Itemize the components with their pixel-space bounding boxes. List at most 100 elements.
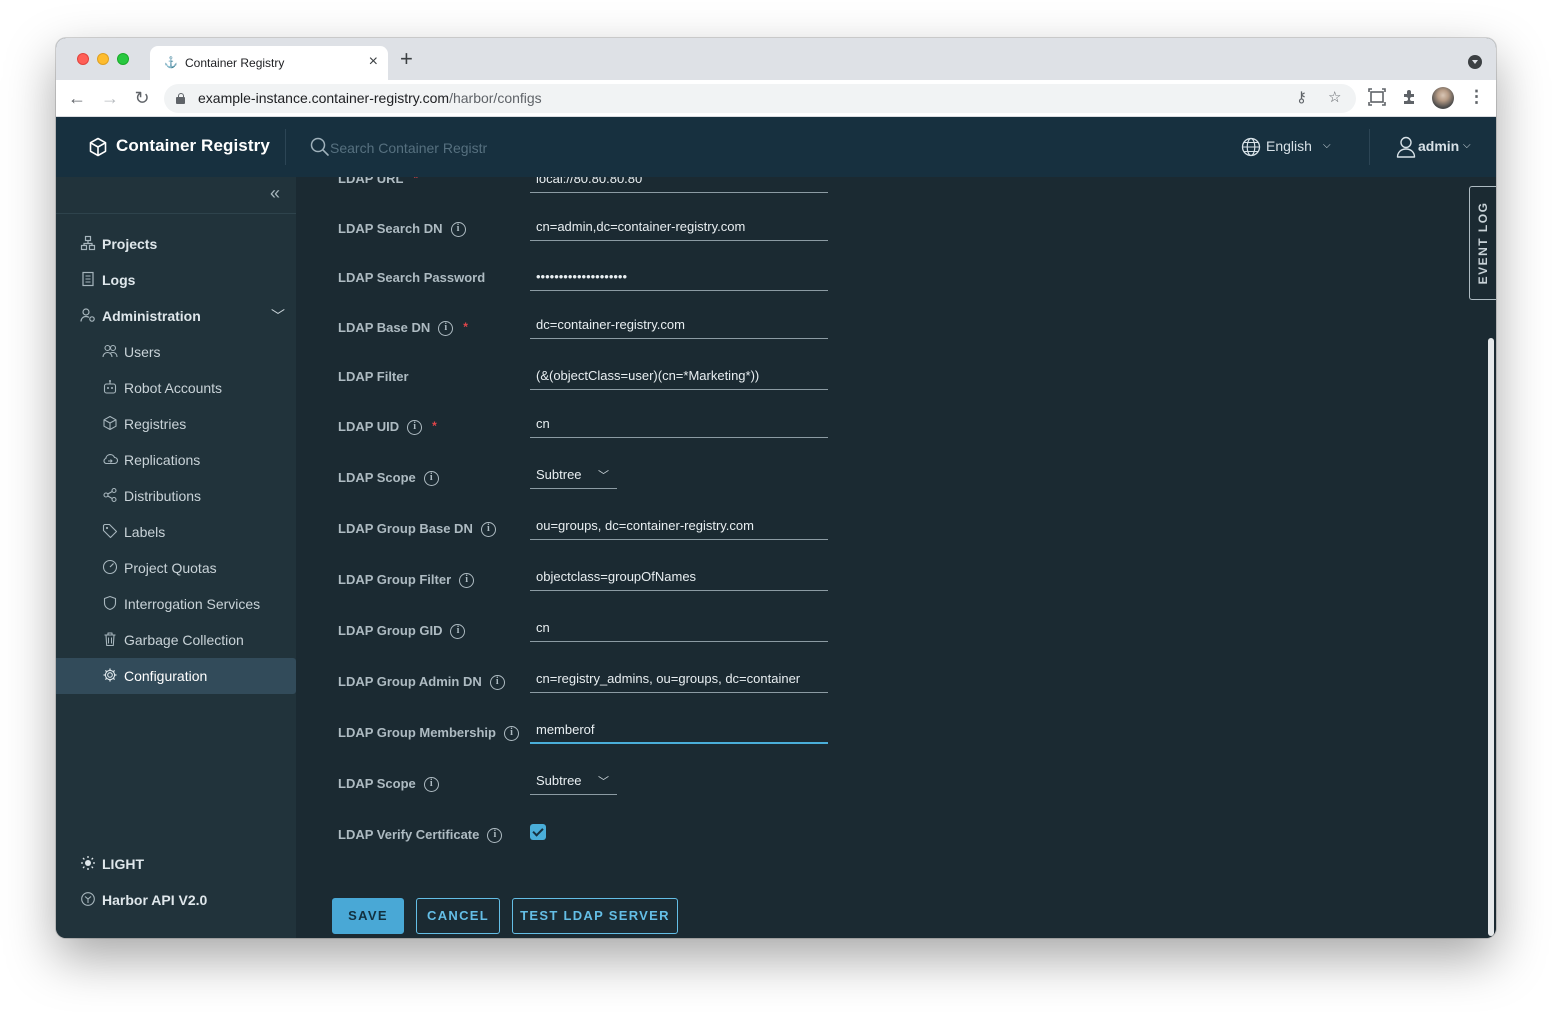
field-label: LDAP Scope i: [338, 470, 439, 487]
ldap-url-input[interactable]: local://80.80.80.80: [530, 177, 828, 193]
theme-toggle[interactable]: LIGHT: [56, 846, 296, 882]
back-icon[interactable]: ←: [66, 87, 88, 109]
browser-tab[interactable]: ⚓ Container Registry ×: [150, 46, 388, 80]
menu-icon[interactable]: ⋮: [1468, 88, 1485, 106]
ldap-group-filter-input[interactable]: objectclass=groupOfNames: [530, 565, 828, 591]
ldap-search-password-input[interactable]: ••••••••••••••••••••: [530, 265, 828, 291]
cloud-sync-icon: [103, 453, 118, 465]
collapse-sidebar-icon[interactable]: «: [270, 183, 280, 203]
api-link[interactable]: Harbor API V2.0: [56, 882, 296, 918]
info-icon[interactable]: i: [423, 471, 439, 487]
info-icon[interactable]: i: [487, 828, 503, 844]
chevron-down-icon: ﹀: [598, 470, 609, 482]
registries-icon: [103, 415, 117, 431]
event-log-tab[interactable]: EVENT LOG: [1469, 186, 1496, 300]
field-label: LDAP URL *: [338, 177, 418, 186]
sidebar-item-replications[interactable]: Replications: [56, 442, 296, 478]
gear-icon: [103, 668, 117, 682]
close-window-button[interactable]: [77, 53, 89, 65]
share-icon: [103, 487, 117, 503]
sun-icon: [81, 856, 95, 870]
info-icon[interactable]: i: [459, 573, 475, 589]
screencast-icon[interactable]: [1368, 88, 1386, 111]
field-label: LDAP Search Password: [338, 270, 486, 285]
sidebar-item-users[interactable]: Users: [56, 334, 296, 370]
ldap-group-membership-input[interactable]: memberof: [530, 718, 828, 744]
shield-icon: [103, 595, 117, 611]
info-icon[interactable]: i: [450, 624, 466, 640]
ldap-group-admin-dn-input[interactable]: cn=registry_admins, ou=groups, dc=contai…: [530, 667, 828, 693]
sidebar-item-administration[interactable]: Administration ﹀: [56, 298, 296, 334]
field-label: LDAP Group Base DN i: [338, 521, 496, 538]
lock-icon: [176, 93, 185, 104]
field-label: LDAP Scope i: [338, 776, 439, 793]
field-label: LDAP UID i *: [338, 419, 437, 436]
tab-close-icon[interactable]: ×: [369, 53, 378, 71]
save-button[interactable]: SAVE: [332, 898, 404, 934]
header-divider: [285, 129, 286, 165]
user-menu[interactable]: admin: [1418, 138, 1459, 154]
chevron-down-icon[interactable]: ⌵: [1323, 140, 1331, 151]
ldap-group-gid-input[interactable]: cn: [530, 616, 828, 642]
test-ldap-server-button[interactable]: TEST LDAP SERVER: [512, 898, 678, 934]
language-selector[interactable]: English: [1266, 138, 1312, 154]
gauge-icon: [102, 559, 118, 575]
sidebar-item-projects[interactable]: Projects: [56, 226, 296, 262]
ldap-scope-select[interactable]: Subtree ﹀: [530, 463, 617, 489]
profile-avatar[interactable]: [1432, 87, 1454, 109]
sidebar-item-logs[interactable]: Logs: [56, 262, 296, 298]
search-input[interactable]: [330, 136, 530, 160]
sidebar-item-robot-accounts[interactable]: Robot Accounts: [56, 370, 296, 406]
info-icon[interactable]: i: [480, 522, 496, 538]
ldap-base-dn-input[interactable]: dc=container-registry.com: [530, 313, 828, 339]
ldap-search-dn-input[interactable]: cn=admin,dc=container-registry.com: [530, 215, 828, 241]
sidebar-item-labels[interactable]: Labels: [56, 514, 296, 550]
key-icon[interactable]: ⚷: [1296, 89, 1307, 107]
field-label: LDAP Group GID i: [338, 623, 466, 640]
projects-icon: [80, 235, 96, 251]
sidebar-item-project-quotas[interactable]: Project Quotas: [56, 550, 296, 586]
url-text: example-instance.container-registry.com/…: [198, 90, 542, 106]
extensions-icon[interactable]: [1401, 89, 1417, 110]
info-icon[interactable]: i: [450, 222, 466, 238]
ldap-group-base-dn-input[interactable]: ou=groups, dc=container-registry.com: [530, 514, 828, 540]
administration-icon: [80, 308, 95, 322]
logs-icon: [82, 271, 94, 287]
info-icon[interactable]: i: [438, 321, 454, 337]
ldap-verify-certificate-checkbox[interactable]: [530, 824, 546, 840]
required-marker: *: [463, 320, 468, 334]
required-marker: *: [432, 419, 437, 433]
ldap-filter-input[interactable]: (&(objectClass=user)(cn=*Marketing*)): [530, 364, 828, 390]
info-icon[interactable]: i: [423, 777, 439, 793]
info-icon[interactable]: i: [489, 675, 505, 691]
tab-search-icon[interactable]: [1468, 55, 1482, 69]
info-icon[interactable]: i: [503, 726, 519, 742]
reload-icon[interactable]: ↻: [131, 87, 153, 109]
sidebar-item-registries[interactable]: Registries: [56, 406, 296, 442]
favicon-icon: ⚓: [164, 57, 178, 69]
ldap-uid-input[interactable]: cn: [530, 412, 828, 438]
forward-icon[interactable]: →: [99, 87, 121, 109]
field-label: LDAP Group Filter i: [338, 572, 475, 589]
chevron-down-icon: ﹀: [271, 308, 285, 324]
address-bar[interactable]: example-instance.container-registry.com/…: [164, 84, 1356, 113]
globe-icon: [1241, 137, 1261, 157]
required-marker: *: [413, 177, 419, 185]
brand-title[interactable]: Container Registry: [116, 136, 270, 156]
cancel-button[interactable]: CANCEL: [416, 898, 500, 934]
maximize-window-button[interactable]: [117, 53, 129, 65]
sidebar-item-configuration[interactable]: Configuration: [56, 658, 296, 694]
scrollbar[interactable]: [1488, 338, 1494, 936]
info-icon[interactable]: i: [407, 420, 423, 436]
tag-icon: [102, 523, 118, 539]
minimize-window-button[interactable]: [97, 53, 109, 65]
robot-icon: [103, 380, 117, 394]
chevron-down-icon[interactable]: ⌵: [1463, 140, 1471, 151]
sidebar-item-interrogation-services[interactable]: Interrogation Services: [56, 586, 296, 622]
tab-title: Container Registry: [185, 56, 285, 70]
ldap-group-scope-select[interactable]: Subtree ﹀: [530, 769, 617, 795]
star-icon[interactable]: ☆: [1328, 89, 1341, 107]
new-tab-button[interactable]: +: [400, 48, 413, 70]
sidebar-item-garbage-collection[interactable]: Garbage Collection: [56, 622, 296, 658]
sidebar-item-distributions[interactable]: Distributions: [56, 478, 296, 514]
